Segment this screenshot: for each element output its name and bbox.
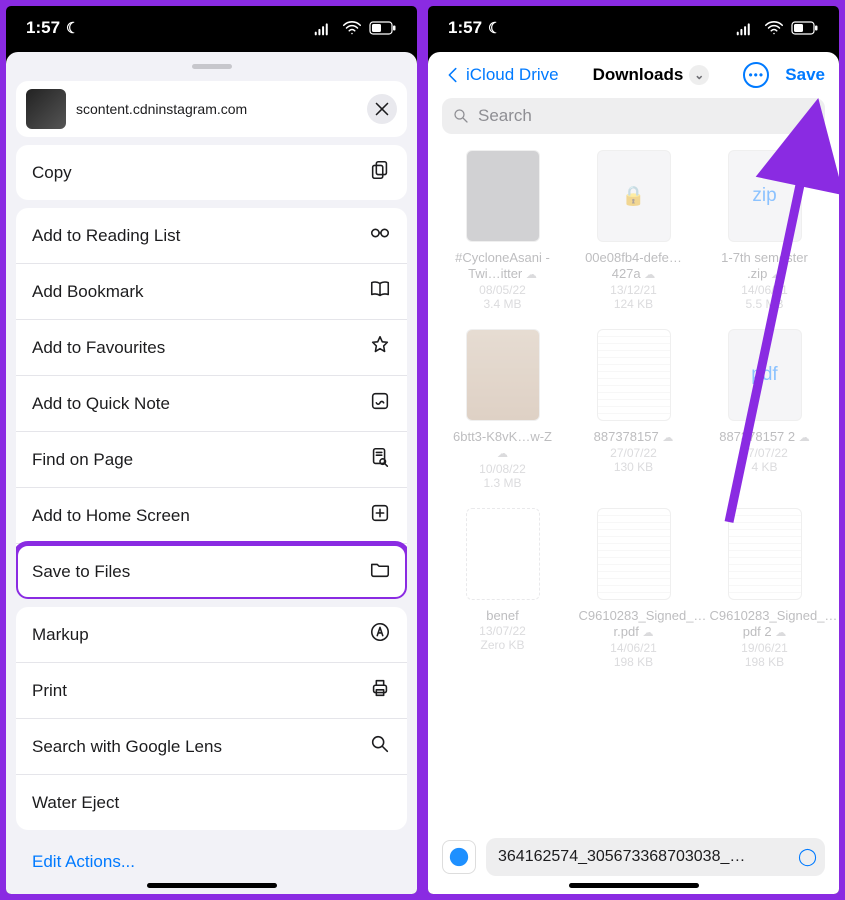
add-favourites-row[interactable]: Add to Favourites bbox=[16, 320, 407, 376]
home-indicator[interactable] bbox=[147, 883, 277, 888]
copy-label: Copy bbox=[32, 163, 72, 183]
water-eject-label: Water Eject bbox=[32, 793, 119, 813]
file-item[interactable]: C9610283_Signed_…r.pdf ☁︎ 14/06/21 198 K… bbox=[573, 508, 694, 669]
dnd-icon: ☾ bbox=[488, 19, 501, 37]
markup-icon bbox=[363, 621, 391, 648]
save-to-files-label: Save to Files bbox=[32, 562, 130, 582]
file-item[interactable]: 🔒 00e08fb4-defe…427a ☁︎ 13/12/21 124 KB bbox=[573, 150, 694, 311]
water-drop-icon bbox=[363, 789, 391, 816]
phone-left: 1:57 ☾ scontent.cdninstagram.com Copy bbox=[3, 3, 420, 897]
add-favourites-label: Add to Favourites bbox=[32, 338, 165, 358]
signal-icon bbox=[313, 17, 335, 39]
home-indicator[interactable] bbox=[569, 883, 699, 888]
ellipsis-icon: ••• bbox=[748, 68, 764, 82]
status-bar: 1:57 ☾ bbox=[6, 6, 417, 50]
print-row[interactable]: Print bbox=[16, 663, 407, 719]
safari-icon bbox=[442, 840, 476, 874]
water-eject-row[interactable]: Water Eject bbox=[16, 775, 407, 830]
book-icon bbox=[363, 278, 391, 305]
find-on-page-label: Find on Page bbox=[32, 450, 133, 470]
markup-row[interactable]: Markup bbox=[16, 607, 407, 663]
dnd-icon: ☾ bbox=[66, 19, 79, 37]
search-icon bbox=[363, 733, 391, 760]
sheet-grabber[interactable] bbox=[192, 64, 232, 69]
folder-icon bbox=[363, 558, 391, 585]
battery-icon bbox=[369, 21, 397, 35]
printer-icon bbox=[363, 677, 391, 704]
status-right bbox=[313, 17, 397, 39]
print-label: Print bbox=[32, 681, 67, 701]
battery-icon bbox=[791, 21, 819, 35]
file-item[interactable]: benef 13/07/22 Zero KB bbox=[442, 508, 563, 669]
signal-icon bbox=[735, 17, 757, 39]
save-to-files-row[interactable]: Save to Files bbox=[16, 544, 407, 599]
star-icon bbox=[363, 334, 391, 361]
quick-note-label: Add to Quick Note bbox=[32, 394, 170, 414]
add-bookmark-label: Add Bookmark bbox=[32, 282, 144, 302]
clear-icon[interactable]: ◯ bbox=[798, 847, 817, 867]
close-button[interactable] bbox=[367, 94, 397, 124]
plus-square-icon bbox=[363, 502, 391, 529]
back-button[interactable]: iCloud Drive bbox=[442, 64, 559, 86]
doc-search-icon bbox=[363, 446, 391, 473]
save-button[interactable]: Save bbox=[785, 65, 825, 85]
share-sheet: scontent.cdninstagram.com Copy Add to Re… bbox=[6, 52, 417, 894]
add-bookmark-row[interactable]: Add Bookmark bbox=[16, 264, 407, 320]
filename-input[interactable]: 364162574_305673368703038_… ◯ bbox=[486, 838, 825, 876]
wifi-icon bbox=[341, 17, 363, 39]
phone-right: 1:57 ☾ iCloud Drive Downloads ⌄ ••• Save bbox=[425, 3, 842, 897]
cloud-icon: ☁︎ bbox=[526, 269, 537, 283]
google-lens-label: Search with Google Lens bbox=[32, 737, 222, 757]
cloud-icon: ☁︎ bbox=[497, 448, 508, 462]
quick-note-row[interactable]: Add to Quick Note bbox=[16, 376, 407, 432]
cloud-icon: ☁︎ bbox=[644, 269, 655, 283]
cloud-icon: ☁︎ bbox=[662, 432, 673, 446]
add-home-label: Add to Home Screen bbox=[32, 506, 190, 526]
wifi-icon bbox=[763, 17, 785, 39]
file-item[interactable]: 887378157 ☁︎ 27/07/22 130 KB bbox=[573, 329, 694, 490]
edit-actions-link[interactable]: Edit Actions... bbox=[16, 838, 407, 886]
close-icon bbox=[371, 98, 393, 120]
cloud-icon: ☁︎ bbox=[775, 627, 786, 641]
glasses-icon bbox=[363, 222, 391, 249]
files-header: iCloud Drive Downloads ⌄ ••• Save bbox=[428, 52, 839, 98]
status-bar: 1:57 ☾ bbox=[428, 6, 839, 50]
share-source-row: scontent.cdninstagram.com bbox=[16, 81, 407, 137]
copy-row[interactable]: Copy bbox=[16, 145, 407, 200]
source-url: scontent.cdninstagram.com bbox=[76, 101, 357, 117]
cloud-icon: ☁︎ bbox=[799, 432, 810, 446]
file-item[interactable]: 6btt3-K8vK…w-Z ☁︎ 10/08/22 1.3 MB bbox=[442, 329, 563, 490]
status-time: 1:57 bbox=[26, 18, 60, 38]
google-lens-row[interactable]: Search with Google Lens bbox=[16, 719, 407, 775]
file-item[interactable]: #CycloneAsani - Twi…itter ☁︎ 08/05/22 3.… bbox=[442, 150, 563, 311]
more-button[interactable]: ••• bbox=[743, 62, 769, 88]
files-grid: #CycloneAsani - Twi…itter ☁︎ 08/05/22 3.… bbox=[428, 144, 839, 894]
status-right bbox=[735, 17, 819, 39]
file-item[interactable]: zip 1-7th semester .zip ☁︎ 14/06/21 5.5 … bbox=[704, 150, 825, 311]
magnifying-glass-icon bbox=[452, 107, 470, 125]
copy-icon bbox=[363, 159, 391, 186]
chevron-down-icon: ⌄ bbox=[689, 65, 709, 85]
add-home-row[interactable]: Add to Home Screen bbox=[16, 488, 407, 544]
cloud-icon: ☁︎ bbox=[642, 627, 653, 641]
search-placeholder: Search bbox=[478, 106, 532, 126]
filename-bar: 364162574_305673368703038_… ◯ bbox=[442, 838, 825, 876]
markup-label: Markup bbox=[32, 625, 89, 645]
folder-title[interactable]: Downloads ⌄ bbox=[593, 65, 710, 85]
reading-list-row[interactable]: Add to Reading List bbox=[16, 208, 407, 264]
file-item[interactable]: C9610283_Signed_…pdf 2 ☁︎ 19/06/21 198 K… bbox=[704, 508, 825, 669]
source-thumbnail bbox=[26, 89, 66, 129]
cloud-icon: ☁︎ bbox=[771, 269, 782, 283]
file-item[interactable]: pdf 887378157 2 ☁︎ 27/07/22 4 KB bbox=[704, 329, 825, 490]
find-on-page-row[interactable]: Find on Page bbox=[16, 432, 407, 488]
status-time: 1:57 bbox=[448, 18, 482, 38]
files-picker: iCloud Drive Downloads ⌄ ••• Save Search… bbox=[428, 52, 839, 894]
search-field[interactable]: Search bbox=[442, 98, 825, 134]
reading-list-label: Add to Reading List bbox=[32, 226, 180, 246]
note-icon bbox=[363, 390, 391, 417]
chevron-left-icon bbox=[442, 64, 464, 86]
